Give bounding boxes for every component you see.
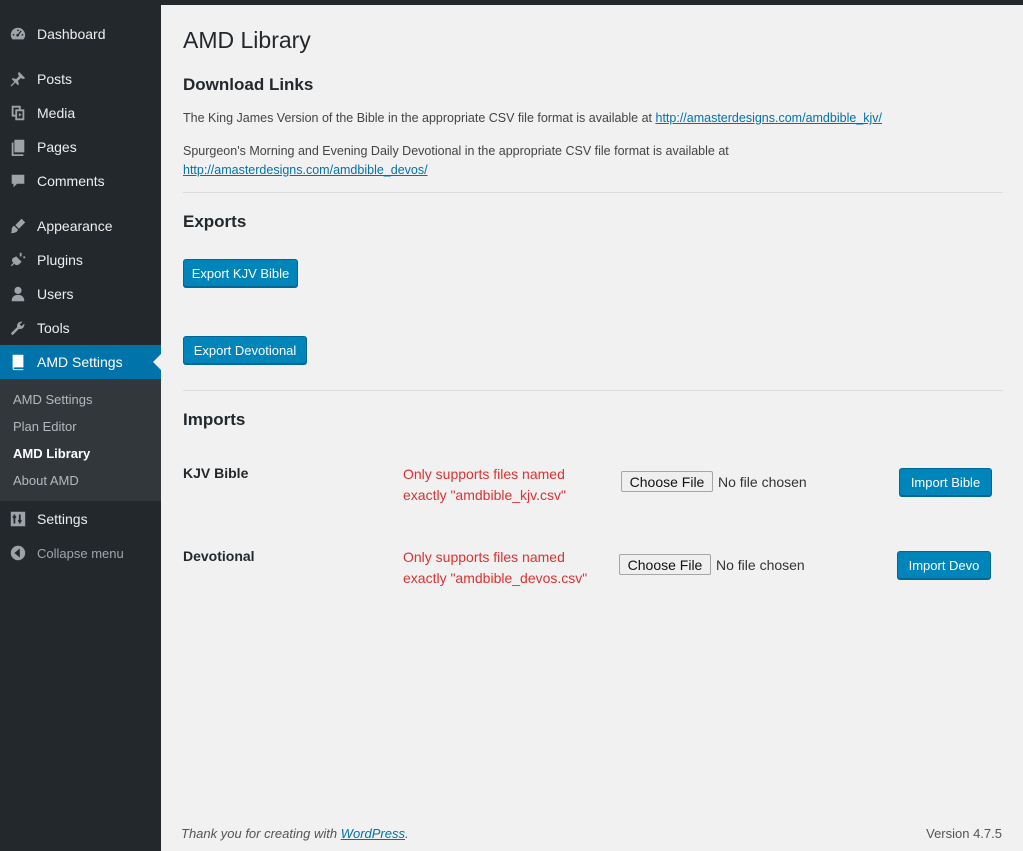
devo-download-link[interactable]: http://amasterdesigns.com/amdbible_devos… bbox=[183, 163, 428, 177]
export-devotional-button[interactable]: Export Devotional bbox=[183, 336, 307, 364]
media-icon bbox=[0, 104, 36, 122]
sidebar-item-label: AMD Settings bbox=[37, 354, 123, 370]
sidebar-item-label: Appearance bbox=[37, 218, 113, 234]
sidebar-item-dashboard[interactable]: Dashboard bbox=[0, 17, 161, 51]
file-status: No file chosen bbox=[716, 557, 805, 573]
brush-icon bbox=[0, 217, 36, 235]
collapse-menu-button[interactable]: Collapse menu bbox=[0, 536, 161, 570]
footer-period: . bbox=[405, 826, 409, 841]
import-devo-button[interactable]: Import Devo bbox=[897, 551, 991, 579]
submenu-plan-editor[interactable]: Plan Editor bbox=[13, 419, 77, 434]
sidebar-item-label: Pages bbox=[37, 139, 77, 155]
devo-download-text: Spurgeon's Morning and Evening Daily Dev… bbox=[183, 142, 803, 180]
submenu-amd-library[interactable]: AMD Library bbox=[13, 446, 90, 461]
import-note: Only supports files named exactly "amdbi… bbox=[403, 547, 587, 589]
sidebar-item-pages[interactable]: Pages bbox=[0, 130, 161, 164]
download-links-heading: Download Links bbox=[183, 75, 314, 94]
import-note-line2: exactly "amdbible_devos.csv" bbox=[403, 570, 588, 586]
sidebar-item-media[interactable]: Media bbox=[0, 96, 161, 130]
sidebar-item-label: Comments bbox=[37, 173, 105, 189]
sidebar-item-amd-settings[interactable]: AMD Settings bbox=[0, 345, 161, 379]
main-content: AMD Library Download Links The King Jame… bbox=[161, 5, 1023, 851]
sidebar-item-label: Dashboard bbox=[37, 26, 106, 42]
file-status: No file chosen bbox=[718, 474, 807, 490]
kjv-description: The King James Version of the Bible in t… bbox=[183, 111, 653, 125]
admin-sidebar: Dashboard Posts Media Pages Comments App… bbox=[0, 5, 161, 851]
sidebar-item-label: Tools bbox=[37, 320, 70, 336]
user-icon bbox=[0, 285, 36, 303]
kjv-download-link[interactable]: http://amasterdesigns.com/amdbible_kjv/ bbox=[656, 111, 883, 125]
sliders-icon bbox=[0, 510, 36, 528]
choose-file-button[interactable]: Choose File bbox=[621, 471, 713, 492]
sidebar-item-label: Settings bbox=[37, 511, 88, 527]
dashboard-icon bbox=[0, 25, 36, 43]
export-kjv-button[interactable]: Export KJV Bible bbox=[183, 259, 298, 287]
divider bbox=[183, 390, 1003, 391]
sidebar-item-plugins[interactable]: Plugins bbox=[0, 243, 161, 277]
amd-submenu: AMD Settings Plan Editor AMD Library Abo… bbox=[0, 379, 161, 501]
sidebar-item-comments[interactable]: Comments bbox=[0, 164, 161, 198]
kjv-download-text: The King James Version of the Bible in t… bbox=[183, 109, 882, 128]
comment-icon bbox=[0, 172, 36, 190]
sidebar-item-settings[interactable]: Settings bbox=[0, 502, 161, 536]
wordpress-link[interactable]: WordPress bbox=[341, 826, 405, 841]
divider bbox=[183, 192, 1003, 193]
import-label: KJV Bible bbox=[183, 465, 249, 481]
import-note: Only supports files named exactly "amdbi… bbox=[403, 464, 566, 506]
choose-file-button[interactable]: Choose File bbox=[619, 554, 711, 575]
import-bible-button[interactable]: Import Bible bbox=[899, 468, 992, 496]
wrench-icon bbox=[0, 319, 36, 337]
sidebar-item-posts[interactable]: Posts bbox=[0, 62, 161, 96]
submenu-about-amd[interactable]: About AMD bbox=[13, 473, 79, 488]
collapse-icon bbox=[0, 544, 36, 562]
imports-heading: Imports bbox=[183, 410, 246, 429]
exports-heading: Exports bbox=[183, 212, 247, 231]
page-title: AMD Library bbox=[183, 27, 311, 53]
sidebar-item-users[interactable]: Users bbox=[0, 277, 161, 311]
sidebar-item-tools[interactable]: Tools bbox=[0, 311, 161, 345]
footer-thanks: Thank you for creating with WordPress. bbox=[181, 826, 409, 841]
footer-thanks-text: Thank you for creating with bbox=[181, 826, 338, 841]
import-label: Devotional bbox=[183, 548, 255, 564]
collapse-label: Collapse menu bbox=[37, 545, 124, 561]
plugin-icon bbox=[0, 251, 36, 269]
sidebar-item-label: Media bbox=[37, 105, 76, 121]
sidebar-item-label: Users bbox=[37, 286, 74, 302]
devo-description: Spurgeon's Morning and Evening Daily Dev… bbox=[183, 144, 729, 158]
import-note-line1: Only supports files named bbox=[403, 466, 565, 482]
submenu-amd-settings[interactable]: AMD Settings bbox=[13, 392, 92, 407]
book-icon bbox=[0, 353, 36, 371]
pages-icon bbox=[0, 138, 36, 156]
import-note-line1: Only supports files named bbox=[403, 549, 565, 565]
footer-version: Version 4.7.5 bbox=[926, 826, 1002, 841]
sidebar-item-label: Plugins bbox=[37, 252, 83, 268]
sidebar-item-label: Posts bbox=[37, 71, 73, 87]
pin-icon bbox=[0, 70, 36, 88]
sidebar-item-appearance[interactable]: Appearance bbox=[0, 209, 161, 243]
import-note-line2: exactly "amdbible_kjv.csv" bbox=[403, 487, 566, 503]
